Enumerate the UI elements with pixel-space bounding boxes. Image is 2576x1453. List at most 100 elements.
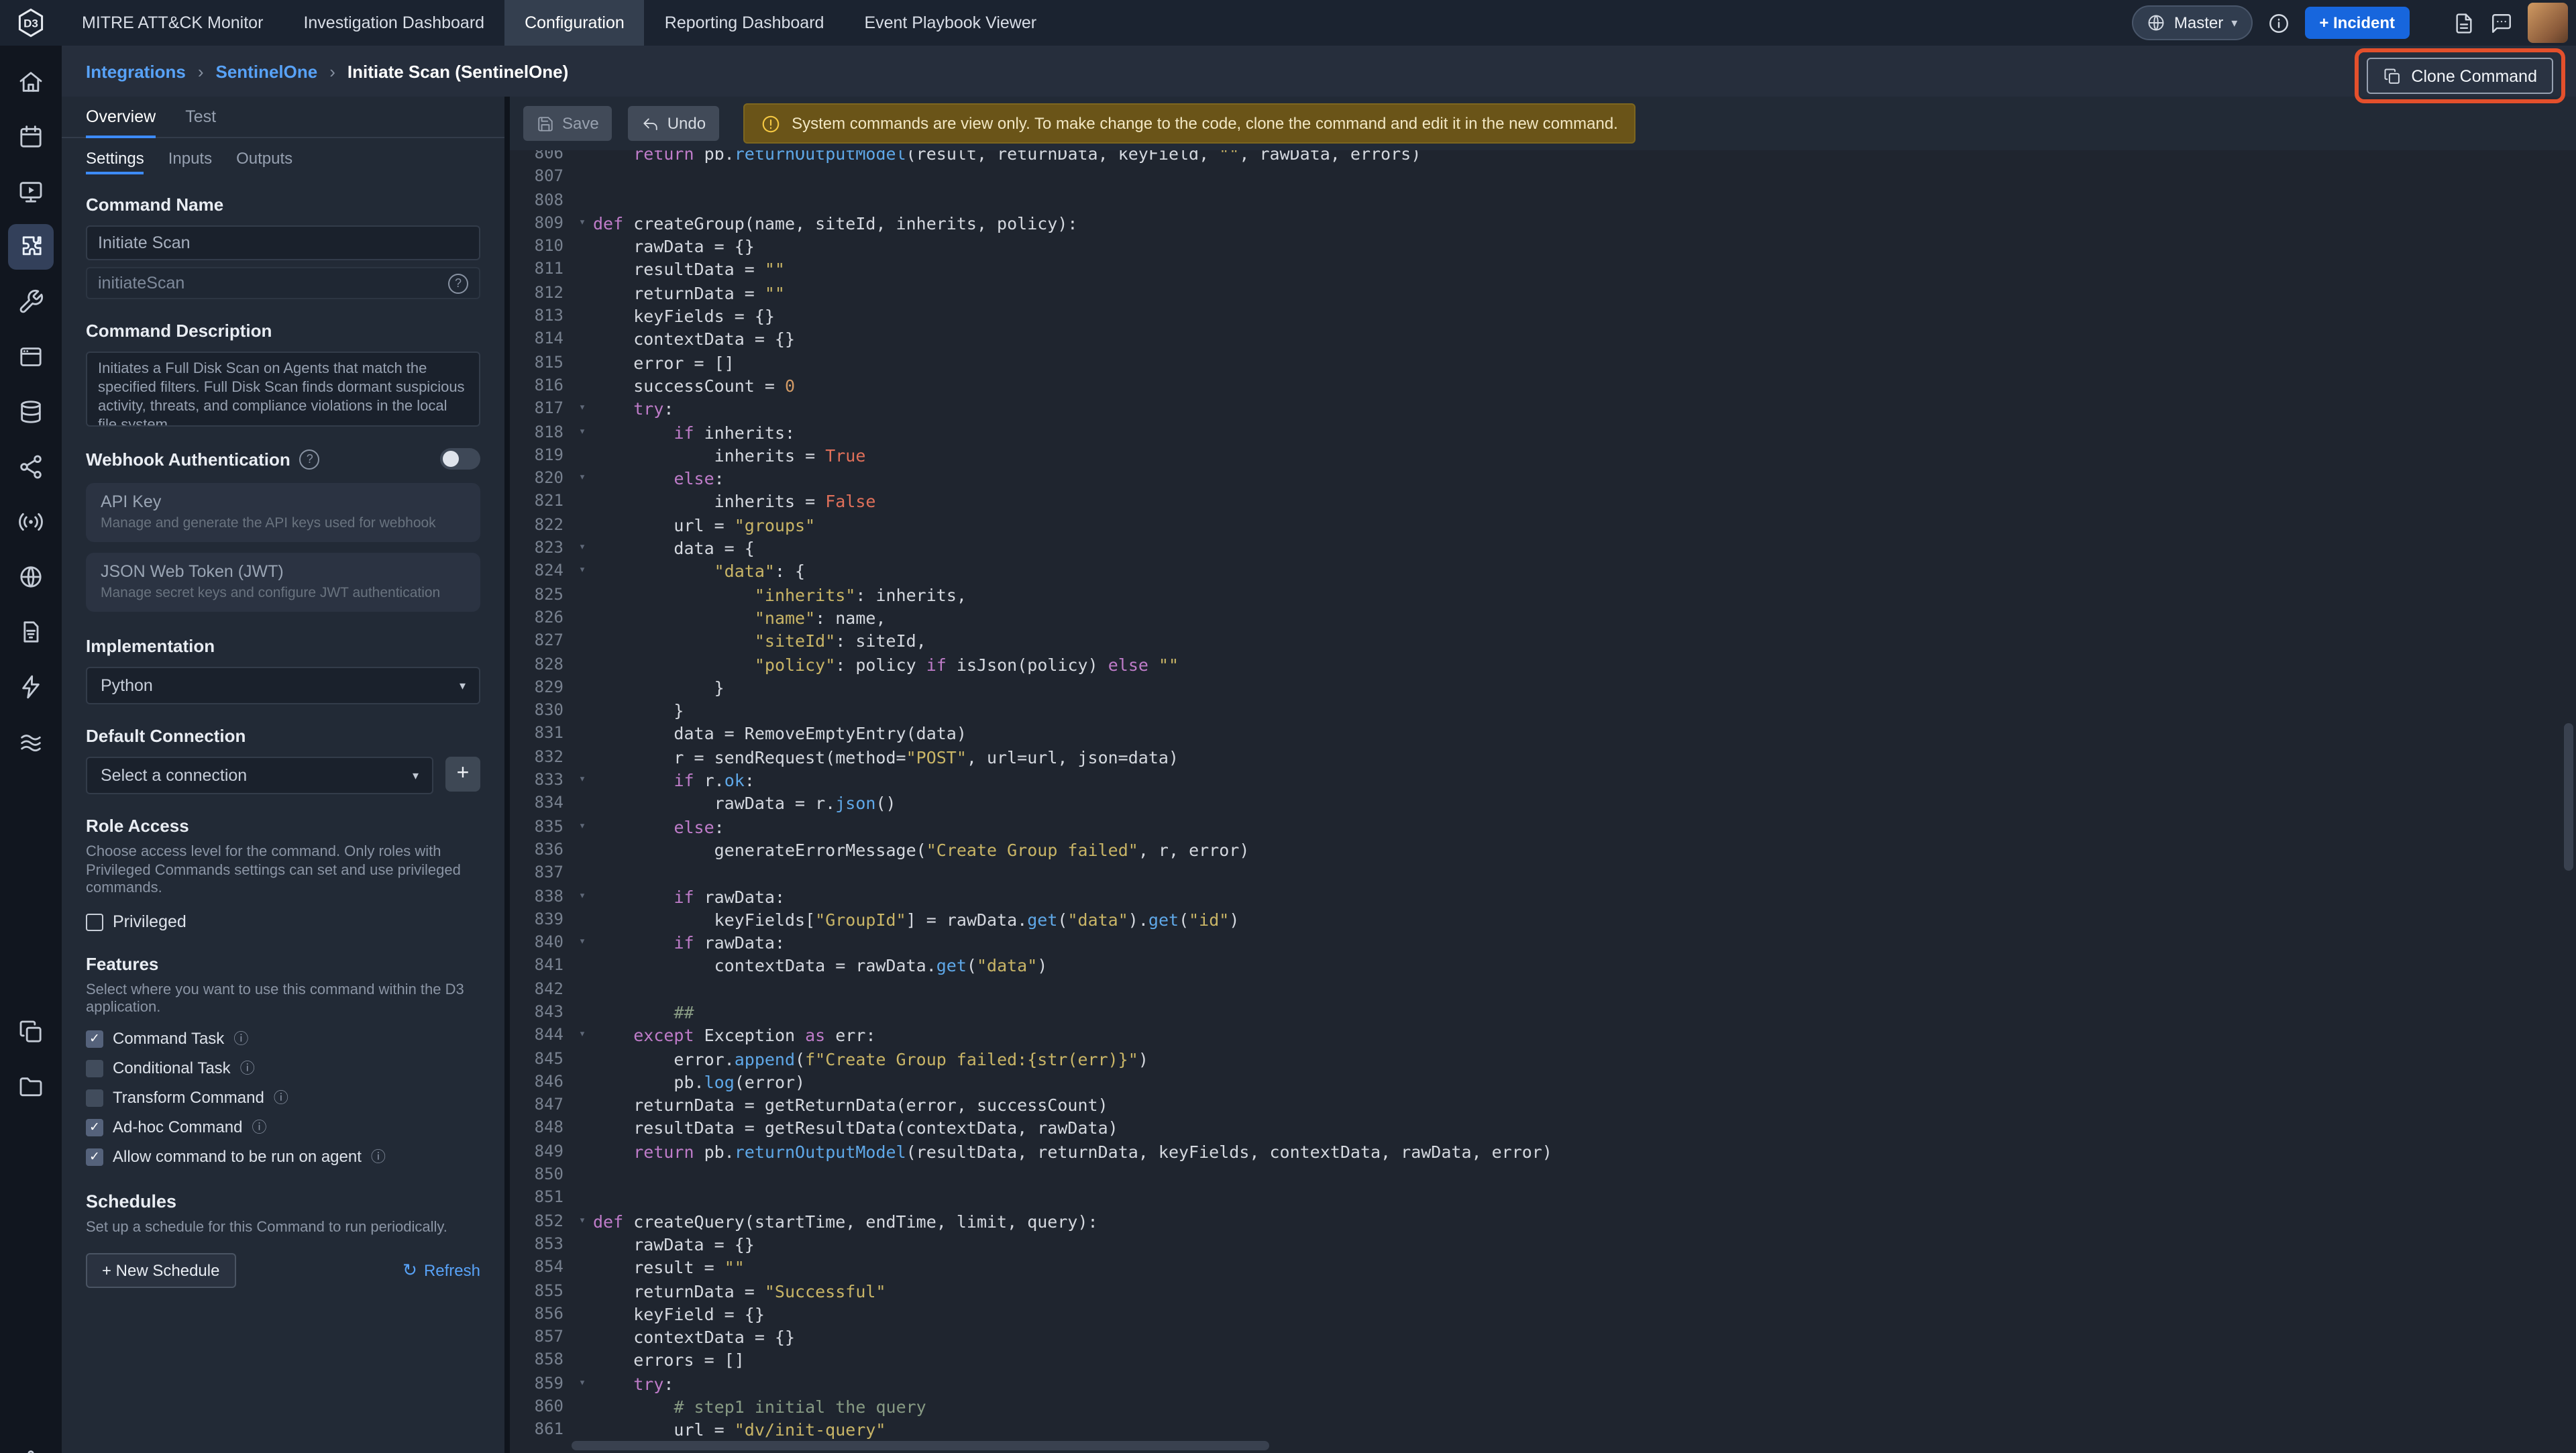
checkbox-ad-hoc-command[interactable]: ✓	[86, 1118, 103, 1136]
fold-marker[interactable]	[572, 351, 593, 374]
fold-marker[interactable]: ▾	[572, 421, 593, 444]
code-line[interactable]: 824▾ "data": {	[510, 560, 2576, 584]
fold-marker[interactable]	[572, 1279, 593, 1303]
fold-marker[interactable]	[572, 722, 593, 746]
fold-marker[interactable]	[572, 908, 593, 932]
fold-marker[interactable]	[572, 1093, 593, 1117]
code-line[interactable]: 861 url = "dv/init-query"	[510, 1419, 2576, 1442]
sidebar-item-integrations[interactable]	[8, 224, 54, 270]
breadcrumb-link-integrations[interactable]: Integrations	[86, 61, 186, 81]
code-line[interactable]: 850	[510, 1163, 2576, 1187]
code-line[interactable]: 815 error = []	[510, 351, 2576, 374]
code-line[interactable]: 846 pb.log(error)	[510, 1071, 2576, 1094]
code-line[interactable]: 822 url = "groups"	[510, 514, 2576, 537]
code-line[interactable]: 847 returnData = getReturnData(error, su…	[510, 1093, 2576, 1117]
clone-command-button[interactable]: Clone Command	[2367, 58, 2553, 94]
connection-select[interactable]: Select a connection ▾	[86, 757, 433, 794]
fold-marker[interactable]	[572, 444, 593, 468]
checkbox-conditional-task[interactable]	[86, 1059, 103, 1077]
code-line[interactable]: 851	[510, 1187, 2576, 1210]
code-line[interactable]: 858 errors = []	[510, 1349, 2576, 1373]
command-name-input[interactable]: Initiate Scan	[86, 225, 480, 260]
sidebar-item-data[interactable]	[8, 389, 54, 435]
checkbox-transform-command[interactable]	[86, 1089, 103, 1106]
code-line[interactable]: 857 contextData = {}	[510, 1326, 2576, 1349]
nav-item-configuration[interactable]: Configuration	[504, 0, 645, 46]
code-line[interactable]: 818▾ if inherits:	[510, 421, 2576, 444]
sidebar-item-investigations[interactable]	[8, 609, 54, 655]
fold-marker[interactable]: ▾	[572, 560, 593, 584]
fold-marker[interactable]	[572, 150, 593, 166]
fold-marker[interactable]: ▾	[572, 467, 593, 490]
code-line[interactable]: 843 ##	[510, 1001, 2576, 1024]
sidebar-item-apps[interactable]	[8, 334, 54, 380]
fold-marker[interactable]	[572, 955, 593, 978]
fold-marker[interactable]	[572, 977, 593, 1001]
fold-marker[interactable]	[572, 1349, 593, 1373]
fold-marker[interactable]	[572, 699, 593, 722]
sidebar-item-connections[interactable]	[8, 444, 54, 490]
code-line[interactable]: 833▾ if r.ok:	[510, 769, 2576, 792]
sidebar-item-webhooks[interactable]	[8, 499, 54, 545]
fold-marker[interactable]	[572, 1187, 593, 1210]
code-line[interactable]: 830 }	[510, 699, 2576, 722]
code-line[interactable]: 834 rawData = r.json()	[510, 792, 2576, 816]
code-editor[interactable]: 806 return pb.returnOutputModel(result, …	[510, 150, 2576, 1453]
fold-marker[interactable]: ▾	[572, 769, 593, 792]
fold-marker[interactable]	[572, 583, 593, 606]
code-line[interactable]: 819 inherits = True	[510, 444, 2576, 468]
undo-button[interactable]: Undo	[629, 106, 719, 141]
new-incident-button[interactable]: + Incident	[2304, 7, 2410, 39]
internal-name-field[interactable]: initiateScan ?	[86, 267, 480, 299]
sidebar-item-playbooks[interactable]	[8, 169, 54, 215]
code-line[interactable]: 831 data = RemoveEmptyEntry(data)	[510, 722, 2576, 746]
sidebar-item-sites[interactable]	[8, 554, 54, 600]
fold-marker[interactable]: ▾	[572, 1209, 593, 1233]
code-line[interactable]: 811 resultData = ""	[510, 258, 2576, 282]
code-line[interactable]: 828 "policy": policy if isJson(policy) e…	[510, 653, 2576, 676]
checkbox-allow-command-to-be-run-on-agent[interactable]: ✓	[86, 1148, 103, 1165]
code-line[interactable]: 838▾ if rawData:	[510, 885, 2576, 908]
fold-marker[interactable]: ▾	[572, 1024, 593, 1048]
code-line[interactable]: 810 rawData = {}	[510, 235, 2576, 258]
fold-marker[interactable]	[572, 305, 593, 328]
code-line[interactable]: 832 r = sendRequest(method="POST", url=u…	[510, 745, 2576, 769]
code-line[interactable]: 852▾def createQuery(startTime, endTime, …	[510, 1209, 2576, 1233]
fold-marker[interactable]	[572, 1326, 593, 1349]
sidebar-item-streams[interactable]	[8, 719, 54, 765]
fold-marker[interactable]	[572, 839, 593, 862]
fold-marker[interactable]	[572, 1071, 593, 1094]
code-line[interactable]: 853 rawData = {}	[510, 1233, 2576, 1256]
fold-marker[interactable]	[572, 1001, 593, 1024]
fold-marker[interactable]: ▾	[572, 815, 593, 839]
code-line[interactable]: 835▾ else:	[510, 815, 2576, 839]
nav-item-event-playbook-viewer[interactable]: Event Playbook Viewer	[844, 0, 1057, 46]
fold-marker[interactable]	[572, 653, 593, 676]
nav-item-investigation-dashboard[interactable]: Investigation Dashboard	[283, 0, 504, 46]
tab-overview[interactable]: Overview	[86, 97, 156, 137]
refresh-link[interactable]: ↻ Refresh	[402, 1260, 480, 1281]
fold-marker[interactable]	[572, 189, 593, 212]
user-avatar[interactable]	[2528, 3, 2568, 43]
code-line[interactable]: 826 "name": name,	[510, 606, 2576, 630]
code-line[interactable]: 829 }	[510, 676, 2576, 700]
save-button[interactable]: Save	[523, 106, 612, 141]
code-line[interactable]: 820▾ else:	[510, 467, 2576, 490]
fold-marker[interactable]	[572, 1163, 593, 1187]
sidebar-item-settings[interactable]	[8, 1441, 54, 1453]
code-line[interactable]: 836 generateErrorMessage("Create Group f…	[510, 839, 2576, 862]
info-icon[interactable]: ⓘ	[240, 1057, 255, 1079]
fold-marker[interactable]	[572, 1233, 593, 1256]
fold-marker[interactable]	[572, 676, 593, 700]
sidebar-item-folder[interactable]	[8, 1064, 54, 1110]
fold-marker[interactable]	[572, 1047, 593, 1071]
code-line[interactable]: 816 successCount = 0	[510, 374, 2576, 398]
fold-marker[interactable]	[572, 258, 593, 282]
info-icon[interactable]	[2267, 11, 2290, 34]
fold-marker[interactable]	[572, 1117, 593, 1140]
code-line[interactable]: 837	[510, 861, 2576, 885]
code-line[interactable]: 813 keyFields = {}	[510, 305, 2576, 328]
code-line[interactable]: 823▾ data = {	[510, 537, 2576, 560]
fold-marker[interactable]: ▾	[572, 931, 593, 955]
vertical-scrollbar[interactable]	[2564, 723, 2573, 871]
